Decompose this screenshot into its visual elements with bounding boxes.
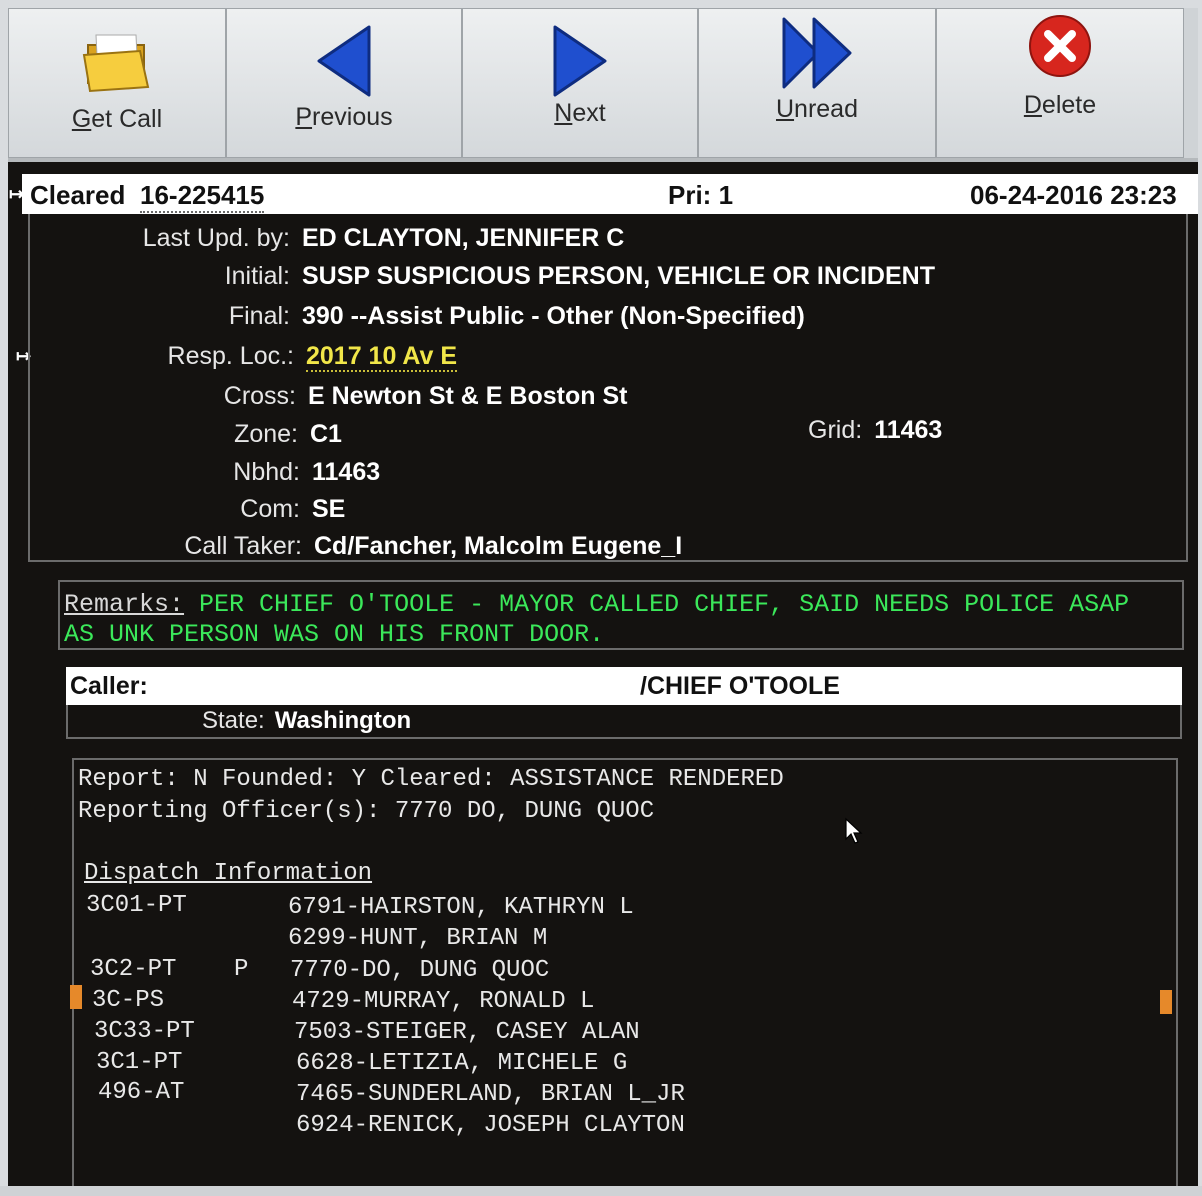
caller-name: /CHIEF O'TOOLE <box>640 672 840 700</box>
dispatch-primary-flag: P <box>234 956 249 983</box>
dispatch-unit: 3C2-PT <box>90 956 177 983</box>
next-label: Next <box>554 99 606 127</box>
com-label: Com: <box>240 495 300 523</box>
dispatch-officer: 6924-RENICK, JOSEPH CLAYTON <box>296 1112 685 1139</box>
unread-label: Unread <box>775 95 858 123</box>
scroll-marker[interactable] <box>1160 990 1172 1014</box>
caller-bar: Caller: /CHIEF O'TOOLE <box>66 667 1182 705</box>
dispatch-officer: 6791-HAIRSTON, KATHRYN L <box>288 894 634 921</box>
nbhd-row: Nbhd: 11463 <box>28 458 380 487</box>
row-pointer-icon: ↦ <box>9 184 25 204</box>
delete-button[interactable]: Delete <box>936 8 1184 158</box>
zone-value: C1 <box>310 420 342 448</box>
remarks-box: Remarks: PER CHIEF O'TOOLE - MAYOR CALLE… <box>58 580 1184 650</box>
remarks-text-1: PER CHIEF O'TOOLE - MAYOR CALLED CHIEF, … <box>184 590 1130 619</box>
remarks-line-1: Remarks: PER CHIEF O'TOOLE - MAYOR CALLE… <box>64 590 1129 619</box>
previous-arrow-icon <box>317 25 371 97</box>
resp-loc-row: Resp. Loc.: 2017 10 Av E <box>28 342 458 372</box>
remarks-line-2: AS UNK PERSON WAS ON HIS FRONT DOOR. <box>64 620 605 649</box>
call-datetime: 06-24-2016 23:23 <box>970 180 1177 210</box>
com-value: SE <box>312 495 346 523</box>
report-status-line: Report: N Founded: Y Cleared: ASSISTANCE… <box>78 766 784 793</box>
cross-value: E Newton St & E Boston St <box>308 382 628 410</box>
dispatch-heading: Dispatch Information <box>84 860 373 887</box>
nbhd-value: 11463 <box>312 458 381 486</box>
remarks-label: Remarks: <box>64 590 185 619</box>
bottom-bezel <box>0 1186 1202 1196</box>
dispatch-officer: 6628-LETIZIA, MICHELE G <box>296 1050 628 1077</box>
call-taker-value: Cd/Fancher, Malcolm Eugene_I <box>314 532 683 560</box>
final-label: Final: <box>228 302 290 330</box>
dispatch-unit: 3C1-PT <box>96 1049 183 1076</box>
caller-label: Caller: <box>70 672 148 700</box>
previous-label: Previous <box>295 103 393 131</box>
dispatch-officer: 7503-STEIGER, CASEY ALAN <box>294 1019 640 1046</box>
priority: Pri: 1 <box>668 180 734 210</box>
call-number[interactable]: 16-225415 <box>140 180 265 213</box>
report-panel: Report: N Founded: Y Cleared: ASSISTANCE… <box>72 758 1178 1186</box>
get-call-button[interactable]: Get Call <box>8 8 226 158</box>
next-arrow-icon <box>553 25 607 97</box>
call-taker-row: Call Taker: Cd/Fancher, Malcolm Eugene_I <box>28 532 682 561</box>
call-status: Cleared <box>30 180 126 210</box>
unread-button[interactable]: Unread <box>698 8 936 158</box>
nbhd-label: Nbhd: <box>233 458 300 486</box>
dispatch-unit: 496-AT <box>98 1079 185 1106</box>
resp-loc-value[interactable]: 2017 10 Av E <box>306 342 458 372</box>
unread-double-arrow-icon <box>782 17 852 89</box>
last-upd-value: ED CLAYTON, JENNIFER C <box>302 224 625 252</box>
next-button[interactable]: Next <box>462 8 698 158</box>
call-taker-label: Call Taker: <box>184 532 302 560</box>
resp-loc-label: Resp. Loc.: <box>167 342 294 370</box>
dispatch-officer: 7465-SUNDERLAND, BRIAN L_JR <box>296 1081 685 1108</box>
toolbar: Get Call Previous Next Unread Delete <box>8 8 1198 158</box>
cross-row: Cross: E Newton St & E Boston St <box>28 382 628 411</box>
dispatch-unit: 3C33-PT <box>94 1018 195 1045</box>
last-updated-row: Last Upd. by: ED CLAYTON, JENNIFER C <box>28 224 625 253</box>
mouse-pointer-icon <box>845 817 863 844</box>
dispatch-unit: 3C01-PT <box>86 892 187 919</box>
initial-label: Initial: <box>224 262 290 290</box>
previous-button[interactable]: Previous <box>226 8 462 158</box>
grid-label: Grid: <box>808 416 863 444</box>
final-value: 390 --Assist Public - Other (Non-Specifi… <box>302 302 805 330</box>
initial-row: Initial: SUSP SUSPICIOUS PERSON, VEHICLE … <box>28 262 935 291</box>
state-label: State: <box>202 707 265 734</box>
delete-label: Delete <box>1023 91 1097 119</box>
cross-label: Cross: <box>223 382 296 410</box>
row-selector-marker[interactable] <box>70 985 82 1009</box>
zone-row: Zone: C1 <box>28 420 342 449</box>
state-value: Washington <box>274 707 412 734</box>
final-row: Final: 390 --Assist Public - Other (Non-S… <box>28 302 805 331</box>
dispatch-officer: 4729-MURRAY, RONALD L <box>292 988 595 1015</box>
call-header-bar: Cleared 16-225415 Pri: 1 06-24-2016 23:2… <box>22 174 1198 214</box>
reporting-officers-line: Reporting Officer(s): 7770 DO, DUNG QUOC <box>78 798 655 825</box>
delete-x-icon <box>1029 15 1091 77</box>
grid-value: 11463 <box>874 416 943 444</box>
dispatch-officer: 7770-DO, DUNG QUOC <box>290 957 550 984</box>
last-upd-label: Last Upd. by: <box>142 224 290 252</box>
dispatch-unit: 3C-PS <box>92 987 165 1014</box>
dispatch-officer: 6299-HUNT, BRIAN M <box>288 925 548 952</box>
folder-icon <box>82 34 150 93</box>
com-row: Com: SE <box>28 495 345 524</box>
zone-label: Zone: <box>234 420 298 448</box>
initial-value: SUSP SUSPICIOUS PERSON, VEHICLE OR INCID… <box>302 262 935 290</box>
grid-row: Grid: 11463 <box>808 416 942 445</box>
state-row: State: Washington <box>202 707 411 735</box>
get-call-label: Get Call <box>71 105 163 133</box>
